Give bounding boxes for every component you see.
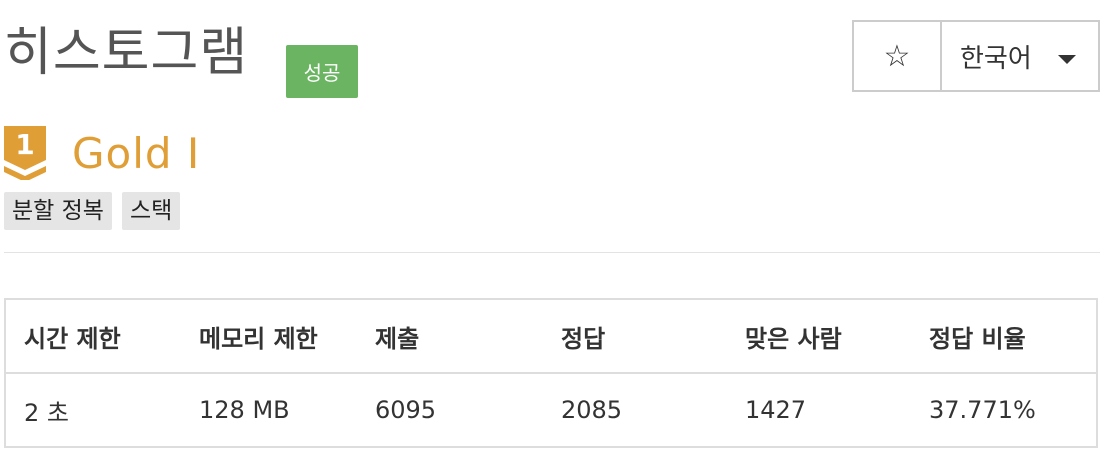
header-solved-users: 맞은 사람 xyxy=(727,299,911,374)
header-accepted: 정답 xyxy=(543,299,727,374)
tier-gold-icon: 1 xyxy=(4,126,46,180)
tag-item[interactable]: 분할 정복 xyxy=(4,192,112,230)
header-submissions: 제출 xyxy=(357,299,543,374)
accepted-value: 2085 xyxy=(561,396,623,424)
header-memory-limit: 메모리 제한 xyxy=(181,299,357,374)
language-dropdown[interactable]: 한국어 xyxy=(942,22,1098,90)
table-row: 2 초 128 MB 6095 2085 1427 37.771% xyxy=(5,373,1097,447)
tag-list: 분할 정복 스택 xyxy=(4,192,181,230)
star-icon: ☆ xyxy=(883,38,911,74)
caret-down-icon xyxy=(1058,55,1076,64)
accept-ratio-value: 37.771% xyxy=(929,396,1036,424)
tag-item[interactable]: 스택 xyxy=(121,192,181,230)
divider xyxy=(4,252,1100,253)
tier-badge[interactable]: 1 Gold I xyxy=(4,126,200,180)
language-label: 한국어 xyxy=(960,43,1032,74)
star-button[interactable]: ☆ xyxy=(854,22,942,90)
tier-name: Gold I xyxy=(72,128,201,178)
memory-limit-value: 128 MB xyxy=(199,396,290,424)
solved-users-value: 1427 xyxy=(745,396,807,424)
toolbar-button-group: ☆ 한국어 xyxy=(852,20,1100,92)
tier-level-number: 1 xyxy=(15,128,34,161)
header-accept-ratio: 정답 비율 xyxy=(911,299,1097,374)
status-badge: 성공 xyxy=(286,45,358,98)
time-limit-value: 2 초 xyxy=(24,398,69,427)
submissions-value: 6095 xyxy=(375,396,437,424)
problem-info-table: 시간 제한 메모리 제한 제출 정답 맞은 사람 정답 비율 2 초 128 M… xyxy=(4,298,1098,448)
table-header-row: 시간 제한 메모리 제한 제출 정답 맞은 사람 정답 비율 xyxy=(5,299,1097,374)
header-time-limit: 시간 제한 xyxy=(5,299,181,374)
page-title: 히스토그램 xyxy=(4,23,249,83)
